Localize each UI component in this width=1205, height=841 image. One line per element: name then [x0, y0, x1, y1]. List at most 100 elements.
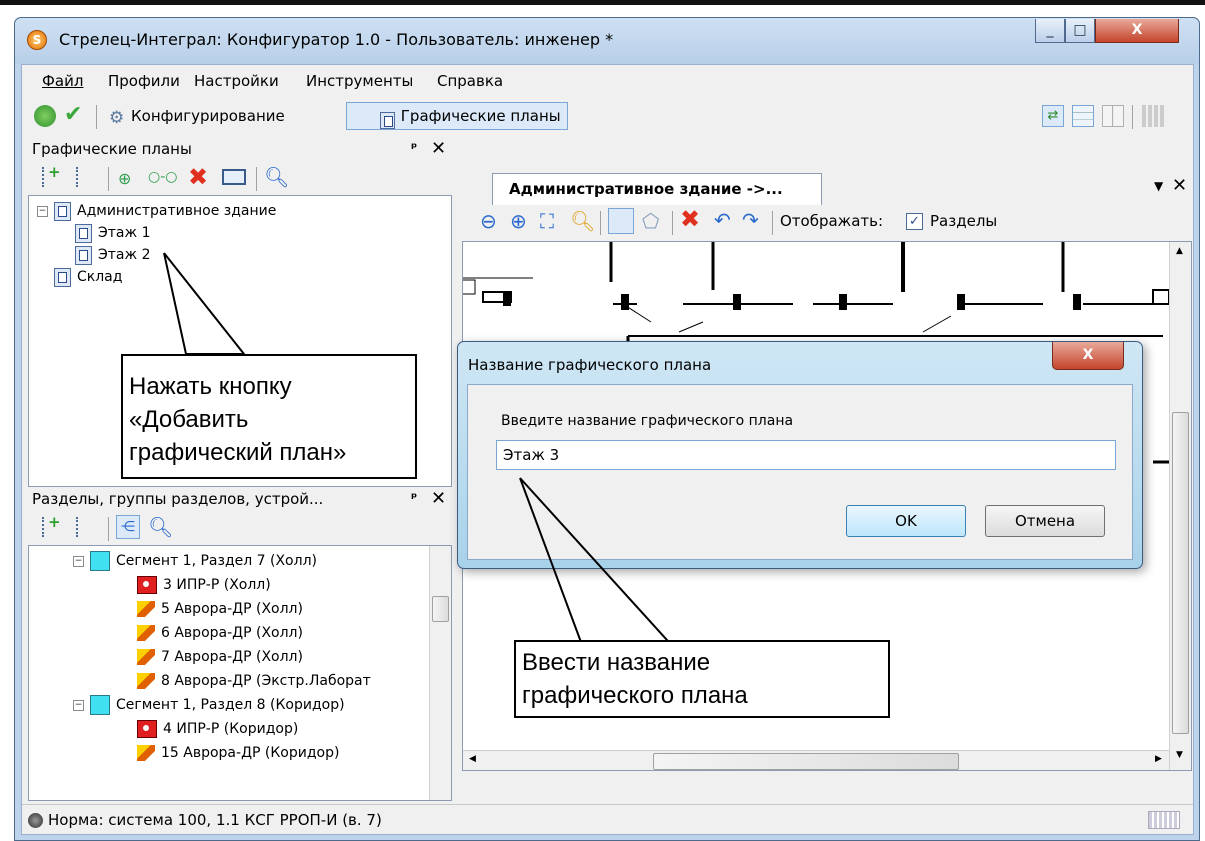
- zoom-in-icon[interactable]: ⊕: [510, 209, 527, 233]
- sections-scrollbar[interactable]: [429, 546, 451, 800]
- add-section-icon[interactable]: +: [42, 513, 62, 537]
- plans-panel-toolbar: + ⊕ ○-○ ✖ 🔍︎: [28, 163, 448, 195]
- scroll-down-arrow[interactable]: ▼: [1176, 750, 1183, 760]
- sections-checkbox-label: Разделы: [930, 212, 998, 230]
- rectangle-tool-icon[interactable]: [608, 208, 634, 234]
- horizontal-scrollbar-thumb[interactable]: [653, 753, 959, 770]
- close-panel-icon[interactable]: ✕: [431, 135, 446, 163]
- tree-device[interactable]: 5 Аврора-ДР (Холл): [137, 598, 303, 620]
- zoom-out-icon[interactable]: ⊖: [480, 209, 497, 233]
- canvas-horizontal-scrollbar[interactable]: ◀ ▶: [463, 750, 1169, 770]
- apply-check-icon[interactable]: ✔: [64, 102, 82, 127]
- pin-icon[interactable]: ᵖ: [411, 485, 417, 513]
- panel-separator: [108, 167, 109, 191]
- menu-bar: Файл Профили Настройки Инструменты Справ…: [22, 65, 1193, 97]
- menu-settings[interactable]: Настройки: [194, 72, 279, 90]
- configure-label: Конфигурирование: [131, 107, 285, 125]
- rename-icon[interactable]: [222, 169, 246, 185]
- plan-icon: [54, 267, 71, 287]
- tree-item-label: 4 ИПР-Р (Коридор): [163, 721, 299, 737]
- plan-toolbar: ⊖ ⊕ ⛶ 🔍︎ ⬠ ✖ ↶ ↷ Отображать: ✓ Разделы: [462, 205, 1192, 241]
- sync-view-icon[interactable]: ⇄: [1042, 105, 1064, 127]
- refresh-icon[interactable]: [34, 105, 56, 127]
- tree-item-floor-2[interactable]: Этаж 2: [75, 244, 150, 266]
- maximize-button[interactable]: □: [1065, 19, 1095, 43]
- plan-toolbar-separator: [672, 211, 673, 235]
- scroll-up-arrow[interactable]: ▲: [1176, 246, 1183, 256]
- dialog-title: Название графического плана: [468, 356, 712, 374]
- plan-name-input[interactable]: Этаж 3: [496, 440, 1116, 470]
- menu-file[interactable]: Файл: [42, 72, 83, 90]
- undo-icon[interactable]: ↶: [714, 208, 731, 232]
- tree-item-floor-1[interactable]: Этаж 1: [75, 222, 150, 244]
- tree-item-label: 6 Аврора-ДР (Холл): [161, 625, 303, 641]
- hierarchy-view-icon[interactable]: ⋲: [116, 515, 140, 539]
- canvas-vertical-scrollbar[interactable]: ▲ ▼: [1169, 242, 1191, 770]
- search-icon[interactable]: 🔍︎: [264, 165, 289, 189]
- collapse-icon[interactable]: −: [73, 555, 84, 567]
- tree-item-label: Этаж 2: [98, 247, 151, 263]
- link-device-icon[interactable]: ⊕: [118, 169, 131, 188]
- scrollbar-thumb[interactable]: [1172, 412, 1189, 734]
- minimize-button[interactable]: _: [1035, 19, 1065, 43]
- menu-tools[interactable]: Инструменты: [306, 72, 413, 90]
- plan-toolbar-separator: [600, 211, 601, 235]
- close-window-button[interactable]: X: [1095, 19, 1179, 43]
- tab-dropdown-icon[interactable]: ▼: [1154, 179, 1163, 193]
- add-graphic-plan-icon[interactable]: +: [42, 163, 62, 187]
- dialog-close-button[interactable]: X: [1052, 342, 1124, 370]
- tree-item-label: Сегмент 1, Раздел 7 (Холл): [116, 553, 317, 569]
- ok-button[interactable]: OK: [846, 505, 966, 537]
- delete-icon[interactable]: ✖: [680, 205, 700, 233]
- layout-horizontal-icon[interactable]: [1072, 105, 1094, 127]
- add-child-icon[interactable]: [76, 167, 96, 187]
- collapse-icon[interactable]: −: [73, 699, 84, 711]
- menu-help[interactable]: Справка: [437, 72, 503, 90]
- tree-item-label: Этаж 1: [98, 225, 151, 241]
- scroll-left-arrow[interactable]: ◀: [469, 754, 476, 764]
- grid-layout-icon[interactable]: [1142, 105, 1164, 127]
- tree-device[interactable]: 8 Аврора-ДР (Экстр.Лаборат: [137, 670, 371, 692]
- show-label: Отображать:: [780, 212, 884, 230]
- document-tab[interactable]: Административное здание ->...: [492, 173, 822, 205]
- scroll-right-arrow[interactable]: ▶: [1155, 754, 1162, 764]
- search-icon[interactable]: 🔍︎: [148, 515, 173, 539]
- delete-icon[interactable]: ✖: [188, 163, 208, 191]
- zoom-search-icon[interactable]: 🔍︎: [570, 209, 595, 233]
- collapse-icon[interactable]: −: [37, 205, 48, 217]
- add-child-icon[interactable]: [76, 517, 96, 537]
- tree-section-8[interactable]: − Сегмент 1, Раздел 8 (Коридор): [73, 694, 345, 716]
- pin-icon[interactable]: ᵖ: [411, 135, 417, 163]
- tree-item-label: Сегмент 1, Раздел 8 (Коридор): [116, 697, 345, 713]
- dialog-prompt: Введите название графического плана: [501, 413, 794, 429]
- tree-device[interactable]: 3 ИПР-Р (Холл): [137, 574, 271, 596]
- plans-panel-title: Графические планы: [32, 140, 192, 158]
- fit-to-window-icon[interactable]: ⛶: [540, 209, 554, 233]
- tree-item-admin-building[interactable]: − Административное здание: [37, 200, 276, 222]
- dialog-body: Введите название графического плана Этаж…: [467, 384, 1133, 560]
- redo-icon[interactable]: ↷: [742, 208, 759, 232]
- ipr-device-icon: [137, 576, 157, 594]
- cancel-button[interactable]: Отмена: [985, 505, 1105, 537]
- scrollbar-thumb[interactable]: [432, 596, 449, 622]
- tree-device[interactable]: 15 Аврора-ДР (Коридор): [137, 742, 339, 764]
- close-document-icon[interactable]: ✕: [1172, 175, 1187, 196]
- layout-vertical-icon[interactable]: [1102, 105, 1124, 127]
- menu-profiles[interactable]: Профили: [108, 72, 180, 90]
- tree-section-7[interactable]: − Сегмент 1, Раздел 7 (Холл): [73, 550, 317, 572]
- polygon-tool-icon[interactable]: ⬠: [642, 209, 659, 233]
- connect-icon[interactable]: ○-○: [148, 169, 177, 185]
- tree-item-label: 3 ИПР-Р (Холл): [163, 577, 271, 593]
- panel-separator: [108, 517, 109, 541]
- configure-button[interactable]: ⚙ Конфигурирование: [102, 102, 292, 130]
- sections-checkbox[interactable]: ✓: [906, 213, 923, 230]
- close-panel-icon[interactable]: ✕: [431, 485, 446, 513]
- detector-icon: [137, 745, 155, 761]
- plans-panel-header: Графические планы ᵖ ✕: [28, 135, 448, 163]
- graphic-plans-button[interactable]: Графические планы: [346, 102, 568, 130]
- tree-device[interactable]: 4 ИПР-Р (Коридор): [137, 718, 298, 740]
- sections-panel-header: Разделы, группы разделов, устрой... ᵖ ✕: [28, 485, 448, 513]
- tree-device[interactable]: 6 Аврора-ДР (Холл): [137, 622, 303, 644]
- tree-device[interactable]: 7 Аврора-ДР (Холл): [137, 646, 303, 668]
- tree-item-warehouse[interactable]: Склад: [54, 266, 122, 288]
